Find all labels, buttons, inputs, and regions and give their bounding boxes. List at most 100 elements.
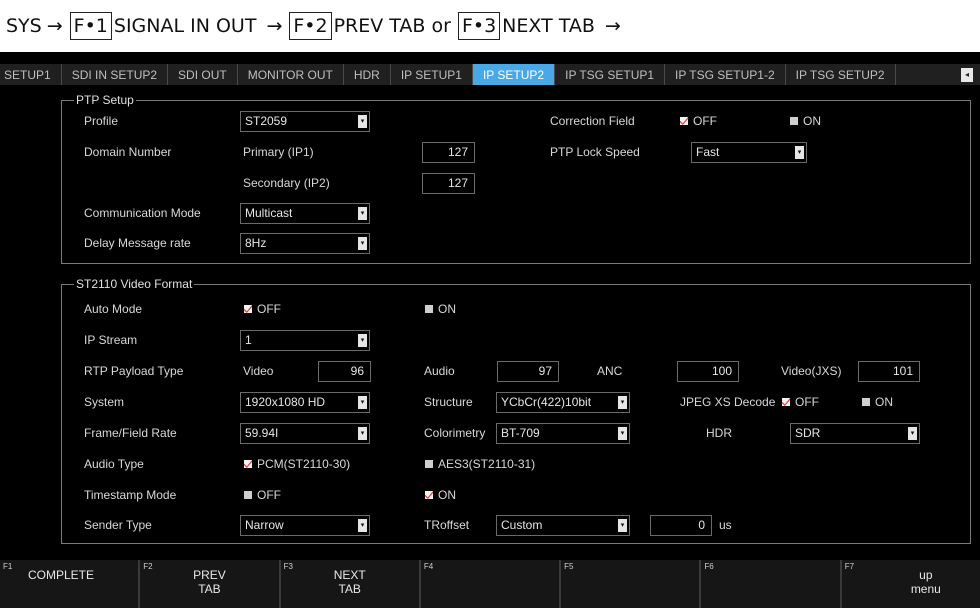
- troffset-label: TRoffset: [424, 518, 470, 532]
- f3-next-tab-button[interactable]: F3 NEXT TAB: [281, 560, 421, 608]
- dropdown-icon: ▾: [795, 146, 804, 159]
- checked-icon: [244, 460, 252, 468]
- banner-sys: SYS: [6, 15, 42, 37]
- auto-mode-off-radio[interactable]: OFF: [244, 298, 281, 320]
- f2-prev-tab-button[interactable]: F2 PREV TAB: [140, 560, 281, 608]
- rtp-anc-label: ANC: [597, 364, 623, 378]
- tab-bar: SETUP1 SDI IN SETUP2 SDI OUT MONITOR OUT…: [0, 64, 980, 85]
- f1-label: COMPLETE: [28, 568, 95, 582]
- tab-scroll-left-button[interactable]: ◂: [954, 64, 980, 85]
- jpeg-xs-off-radio[interactable]: OFF: [782, 391, 819, 413]
- arrow-icon: →: [604, 15, 621, 37]
- audio-aes3-radio[interactable]: AES3(ST2110-31): [425, 453, 535, 475]
- rtp-jxs-label: Video(JXS): [781, 364, 842, 378]
- tab-ip-tsg-setup1[interactable]: IP TSG SETUP1: [555, 64, 666, 85]
- correction-field-label: Correction Field: [550, 114, 635, 128]
- dropdown-icon: ▾: [358, 427, 367, 440]
- hdr-dropdown[interactable]: SDR ▾: [790, 423, 920, 444]
- system-label: System: [84, 395, 125, 409]
- timestamp-off-radio[interactable]: OFF: [244, 484, 281, 506]
- delay-message-rate-dropdown[interactable]: 8Hz ▾: [240, 233, 370, 254]
- ip-stream-dropdown[interactable]: 1 ▾: [240, 330, 370, 351]
- dropdown-icon: ▾: [358, 237, 367, 250]
- banner-key-f2: F•2: [289, 12, 332, 40]
- ptp-lock-speed-dropdown[interactable]: Fast ▾: [691, 142, 807, 163]
- tab-sdi-out[interactable]: SDI OUT: [168, 64, 238, 85]
- frame-field-rate-label: Frame/Field Rate: [84, 426, 177, 440]
- communication-mode-dropdown[interactable]: Multicast ▾: [240, 203, 370, 224]
- system-value: 1920x1080 HD: [245, 395, 326, 409]
- f4-button[interactable]: F4: [421, 560, 562, 608]
- timestamp-on-label: ON: [438, 488, 456, 502]
- audio-pcm-radio[interactable]: PCM(ST2110-30): [244, 453, 350, 475]
- correction-off-radio[interactable]: OFF: [680, 110, 717, 132]
- secondary-input[interactable]: 127: [422, 173, 475, 194]
- banner-f1-text: SIGNAL IN OUT: [113, 15, 257, 37]
- f7-label: up menu: [910, 568, 941, 596]
- dropdown-icon: ▾: [358, 396, 367, 409]
- ptp-setup-group: PTP Setup: [61, 93, 971, 264]
- rtp-anc-input[interactable]: 100: [677, 361, 739, 382]
- f6-number: F6: [704, 562, 714, 571]
- communication-mode-value: Multicast: [245, 206, 293, 220]
- unchecked-icon: [862, 398, 870, 406]
- st2110-video-format-title: ST2110 Video Format: [74, 277, 195, 291]
- timestamp-on-radio[interactable]: ON: [425, 484, 456, 506]
- correction-off-label: OFF: [693, 114, 717, 128]
- device-screen: SETUP1 SDI IN SETUP2 SDI OUT MONITOR OUT…: [0, 52, 980, 608]
- unchecked-icon: [425, 305, 433, 313]
- checked-icon: [782, 398, 790, 406]
- communication-mode-label: Communication Mode: [84, 206, 201, 220]
- tab-sdi-in-setup2[interactable]: SDI IN SETUP2: [62, 64, 169, 85]
- audio-aes3-label: AES3(ST2110-31): [438, 457, 536, 471]
- colorimetry-dropdown[interactable]: BT-709 ▾: [496, 423, 630, 444]
- f1-complete-button[interactable]: F1 COMPLETE: [0, 560, 141, 608]
- tab-monitor-out[interactable]: MONITOR OUT: [238, 64, 344, 85]
- timestamp-mode-label: Timestamp Mode: [84, 488, 177, 502]
- domain-number-label: Domain Number: [84, 145, 172, 159]
- structure-value: YCbCr(422)10bit: [501, 395, 592, 409]
- troffset-input[interactable]: 0: [650, 515, 712, 536]
- tab-ip-tsg-setup2[interactable]: IP TSG SETUP2: [786, 64, 896, 85]
- frame-field-rate-dropdown[interactable]: 59.94I ▾: [240, 423, 370, 444]
- secondary-label: Secondary (IP2): [243, 176, 330, 190]
- profile-dropdown[interactable]: ST2059 ▾: [240, 111, 370, 132]
- troffset-value: Custom: [501, 518, 543, 532]
- profile-label: Profile: [84, 114, 119, 128]
- tab-hdr[interactable]: HDR: [344, 64, 391, 85]
- f7-up-menu-button[interactable]: F7 up menu: [842, 560, 980, 608]
- structure-dropdown[interactable]: YCbCr(422)10bit ▾: [496, 392, 630, 413]
- troffset-dropdown[interactable]: Custom ▾: [496, 515, 630, 536]
- tab-ip-tsg-setup1-2[interactable]: IP TSG SETUP1-2: [665, 64, 786, 85]
- primary-input[interactable]: 127: [422, 142, 475, 163]
- f2-label: PREV TAB: [193, 568, 226, 596]
- unchecked-icon: [425, 460, 433, 468]
- tab-setup1[interactable]: SETUP1: [0, 64, 62, 85]
- correction-on-radio[interactable]: ON: [790, 110, 821, 132]
- dropdown-icon: ▾: [618, 427, 627, 440]
- jpeg-xs-on-radio[interactable]: ON: [862, 391, 893, 413]
- f6-button[interactable]: F6: [701, 560, 842, 608]
- rtp-video-input[interactable]: 96: [318, 361, 371, 382]
- rtp-payload-type-label: RTP Payload Type: [84, 364, 184, 378]
- auto-mode-on-label: ON: [438, 302, 456, 316]
- rtp-jxs-input[interactable]: 101: [858, 361, 920, 382]
- jpeg-xs-off-label: OFF: [795, 395, 819, 409]
- ptp-lock-speed-value: Fast: [696, 145, 720, 159]
- tab-ip-setup1[interactable]: IP SETUP1: [391, 64, 473, 85]
- rtp-audio-input[interactable]: 97: [497, 361, 559, 382]
- dropdown-icon: ▾: [618, 396, 627, 409]
- dropdown-icon: ▾: [358, 334, 367, 347]
- f5-button[interactable]: F5: [561, 560, 702, 608]
- auto-mode-off-label: OFF: [257, 302, 281, 316]
- f1-number: F1: [3, 562, 13, 571]
- arrow-icon: →: [266, 15, 283, 37]
- function-key-bar: F1 COMPLETE F2 PREV TAB F3 NEXT TAB F4 F…: [0, 560, 980, 608]
- st2110-video-format-group: ST2110 Video Format: [61, 277, 971, 544]
- sender-type-dropdown[interactable]: Narrow ▾: [240, 515, 370, 536]
- system-dropdown[interactable]: 1920x1080 HD ▾: [240, 392, 370, 413]
- delay-message-rate-label: Delay Message rate: [84, 236, 191, 250]
- tab-ip-setup2[interactable]: IP SETUP2: [472, 64, 556, 85]
- auto-mode-on-radio[interactable]: ON: [425, 298, 456, 320]
- dropdown-icon: ▾: [618, 519, 627, 532]
